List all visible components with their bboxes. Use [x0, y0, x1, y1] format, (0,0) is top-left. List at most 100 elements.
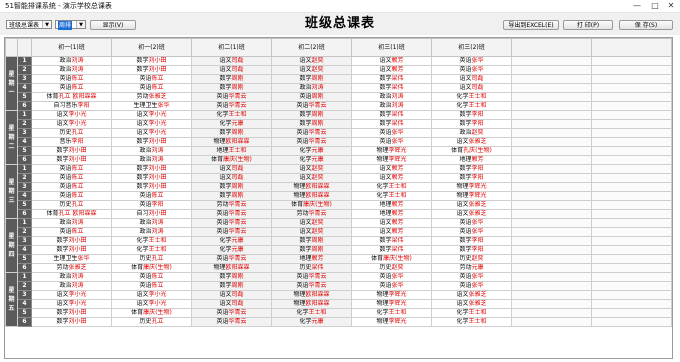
lesson-cell[interactable]: 体育康庆(生物)	[271, 200, 352, 210]
lesson-cell[interactable]: 语文司磊	[191, 164, 272, 174]
lesson-cell[interactable]: 物理李辉光	[351, 299, 432, 309]
lesson-cell[interactable]: 英语华青云	[191, 317, 272, 327]
lesson-cell[interactable]: 化学元康	[271, 146, 352, 156]
empty-cell[interactable]	[511, 299, 592, 309]
lesson-cell[interactable]: 数学梁伟	[351, 110, 432, 120]
lesson-cell[interactable]: 数学周刚	[191, 83, 272, 93]
empty-cell[interactable]	[591, 164, 672, 174]
lesson-cell[interactable]: 政治刘涛	[351, 92, 432, 102]
empty-cell[interactable]	[511, 290, 592, 300]
lesson-cell[interactable]: 英语华青云	[271, 128, 352, 138]
lesson-cell[interactable]: 数学周刚	[271, 245, 352, 255]
lesson-cell[interactable]: 英语陈立	[111, 83, 192, 93]
lesson-cell[interactable]: 数学梁伟	[351, 74, 432, 84]
lesson-cell[interactable]: 化学元康	[191, 119, 272, 129]
lesson-cell[interactable]: 英语陈立	[111, 272, 192, 282]
lesson-cell[interactable]: 数学李阳	[431, 173, 512, 183]
lesson-cell[interactable]: 物理李辉光	[351, 146, 432, 156]
lesson-cell[interactable]: 语文李小光	[111, 299, 192, 309]
empty-cell[interactable]	[511, 128, 592, 138]
chevron-down-icon[interactable]: ▼	[42, 21, 51, 28]
lesson-cell[interactable]: 语文赖芳	[351, 56, 432, 66]
lesson-cell[interactable]: 英语华青云	[271, 272, 352, 282]
lesson-cell[interactable]: 地理赖芳	[351, 200, 432, 210]
lesson-cell[interactable]: 劳动元康	[431, 263, 512, 273]
empty-cell[interactable]	[511, 155, 592, 165]
lesson-cell[interactable]: 语文李小光	[31, 119, 112, 129]
lesson-cell[interactable]: 数学刘小田	[31, 308, 112, 318]
lesson-cell[interactable]: 英语张华	[351, 128, 432, 138]
lesson-cell[interactable]: 语文赵奕	[271, 173, 352, 183]
empty-cell[interactable]	[591, 146, 672, 156]
lesson-cell[interactable]: 语文赖芳	[351, 218, 432, 228]
lesson-cell[interactable]: 语文李小光	[111, 110, 192, 120]
lesson-cell[interactable]: 历史赵奕	[351, 263, 432, 273]
empty-cell[interactable]	[591, 191, 672, 201]
lesson-cell[interactable]: 英语陈立	[31, 74, 112, 84]
lesson-cell[interactable]: 语文司磊	[191, 299, 272, 309]
minimize-icon[interactable]: —	[630, 0, 644, 12]
lesson-cell[interactable]: 英语华青云	[191, 254, 272, 264]
empty-cell[interactable]	[511, 110, 592, 120]
lesson-cell[interactable]: 化学元康	[271, 155, 352, 165]
lesson-cell[interactable]: 历史孔立	[31, 200, 112, 210]
lesson-cell[interactable]: 体育孔庆(生物)	[431, 146, 512, 156]
lesson-cell[interactable]: 数学李阳	[431, 245, 512, 255]
lesson-cell[interactable]: 地理赖芳	[431, 155, 512, 165]
empty-cell[interactable]	[511, 101, 592, 111]
lesson-cell[interactable]: 语文赵奕	[271, 164, 352, 174]
lesson-cell[interactable]: 政治刘涛	[31, 56, 112, 66]
lesson-cell[interactable]: 语文赖芳	[351, 164, 432, 174]
lesson-cell[interactable]: 物理李辉光	[351, 290, 432, 300]
lesson-cell[interactable]: 数学周刚	[191, 74, 272, 84]
lesson-cell[interactable]: 英语陈立	[111, 74, 192, 84]
empty-cell[interactable]	[591, 110, 672, 120]
lesson-cell[interactable]: 化学王士和	[431, 92, 512, 102]
lesson-cell[interactable]: 化学王士和	[431, 308, 512, 318]
lesson-cell[interactable]: 政治刘涛	[351, 101, 432, 111]
lesson-cell[interactable]: 数学刘小田	[111, 173, 192, 183]
lesson-cell[interactable]: 数学周刚	[191, 281, 272, 291]
lesson-cell[interactable]: 语文司磊	[191, 173, 272, 183]
lesson-cell[interactable]: 历史赵奕	[431, 254, 512, 264]
maximize-icon[interactable]: □	[648, 0, 662, 12]
lesson-cell[interactable]: 历史孔立	[111, 317, 192, 327]
export-excel-button[interactable]: 导出到EXCEL(E)	[503, 20, 559, 30]
lesson-cell[interactable]: 化学王士和	[111, 236, 192, 246]
lesson-cell[interactable]: 语文赵奕	[271, 218, 352, 228]
lesson-cell[interactable]: 劳动张雅芝	[111, 92, 192, 102]
lesson-cell[interactable]: 地理赖芳	[351, 209, 432, 219]
schedule-grid[interactable]: 初一(1)班 初一(2)班 初二(1)班 初二(2)班 初三(1)班 初三(2)班 星期一 1…	[4, 37, 673, 359]
lesson-cell[interactable]: 语文张雅芝	[431, 137, 512, 147]
lesson-cell[interactable]: 英语陈立	[31, 227, 112, 237]
lesson-cell[interactable]: 数学梁伟	[351, 119, 432, 129]
lesson-cell[interactable]: 数学刘小田	[31, 155, 112, 165]
show-button[interactable]: 显示(V)	[90, 20, 136, 30]
empty-cell[interactable]	[511, 281, 592, 291]
empty-cell[interactable]	[511, 317, 592, 327]
lesson-cell[interactable]: 英语华青云	[271, 101, 352, 111]
empty-cell[interactable]	[591, 272, 672, 282]
empty-cell[interactable]	[511, 191, 592, 201]
lesson-cell[interactable]: 语文李小光	[111, 128, 192, 138]
empty-cell[interactable]	[511, 263, 592, 273]
lesson-cell[interactable]: 物理欧阳霖霖	[271, 182, 352, 192]
empty-cell[interactable]	[511, 209, 592, 219]
lesson-cell[interactable]: 数学李阳	[431, 110, 512, 120]
empty-cell[interactable]	[591, 281, 672, 291]
lesson-cell[interactable]: 自习音乐李阳	[31, 101, 112, 111]
lesson-cell[interactable]: 音乐李阳	[31, 137, 112, 147]
lesson-cell[interactable]: 英语张华	[351, 137, 432, 147]
lesson-cell[interactable]: 英语陈立	[31, 173, 112, 183]
lesson-cell[interactable]: 体育孔立 欧阳霖霖	[31, 92, 112, 102]
lesson-cell[interactable]: 化学王士和	[351, 308, 432, 318]
lesson-cell[interactable]: 数学刘小田	[31, 146, 112, 156]
lesson-cell[interactable]: 数学李阳	[431, 236, 512, 246]
lesson-cell[interactable]: 化学元康	[191, 245, 272, 255]
lesson-cell[interactable]: 数学刘小田	[31, 317, 112, 327]
lesson-cell[interactable]: 政治刘涛	[31, 218, 112, 228]
lesson-cell[interactable]: 英语张华	[431, 56, 512, 66]
lesson-cell[interactable]: 自习刘小田	[111, 209, 192, 219]
lesson-cell[interactable]: 英语陈立	[111, 281, 192, 291]
lesson-cell[interactable]: 体育康庆(生物)	[111, 308, 192, 318]
